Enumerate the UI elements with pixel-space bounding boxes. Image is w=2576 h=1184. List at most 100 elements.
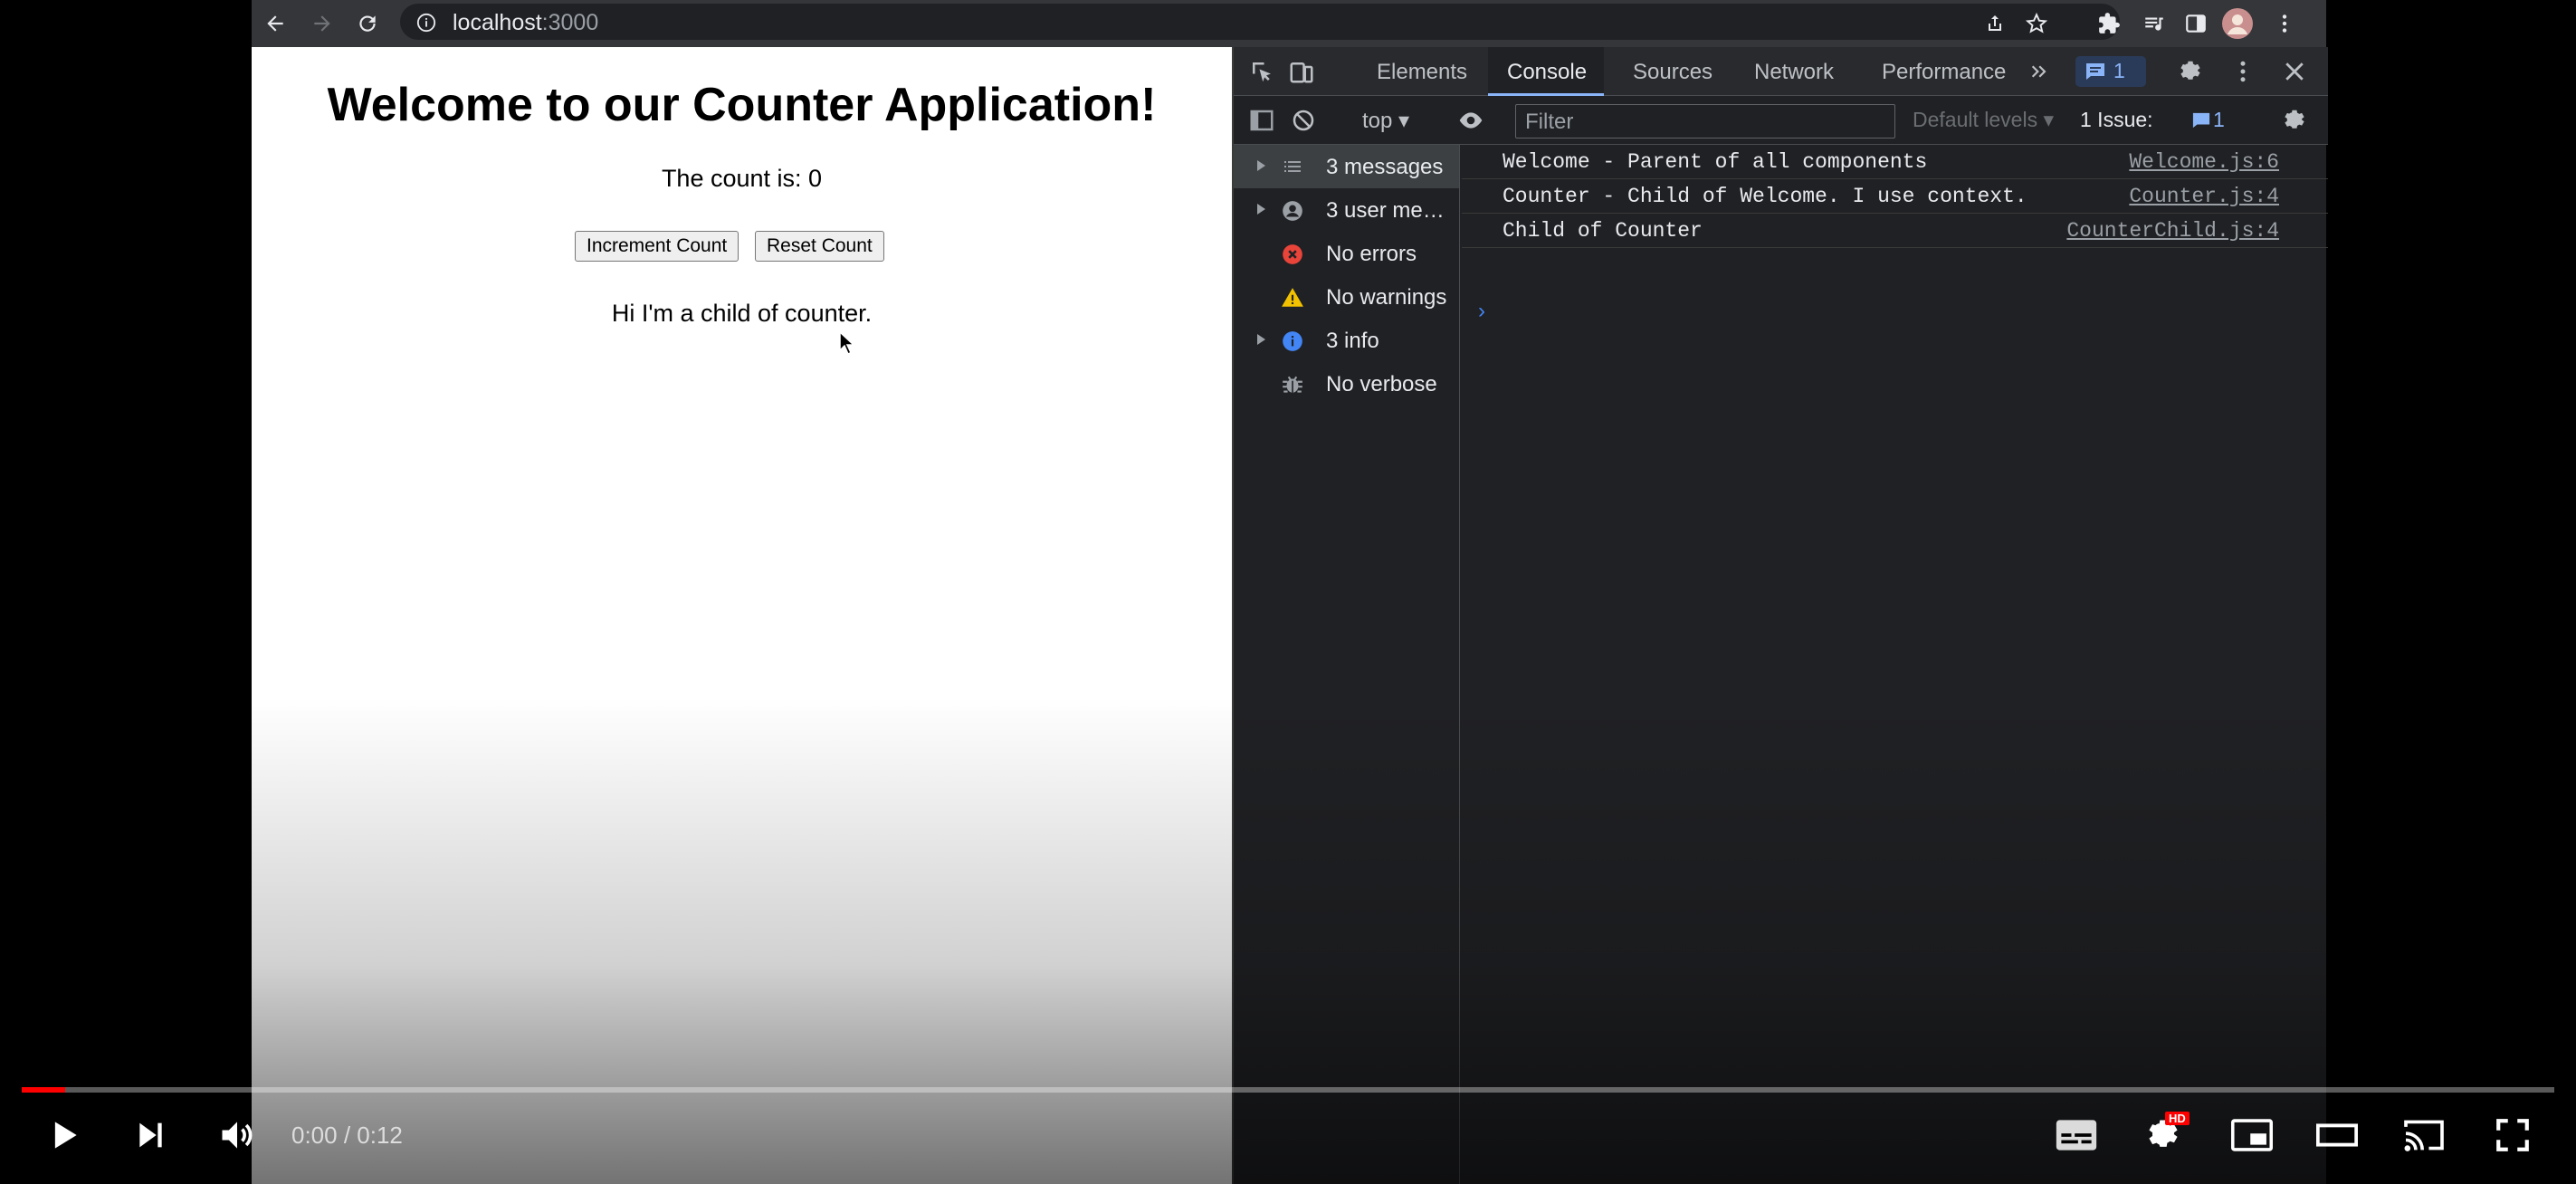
next-button[interactable]: [123, 1108, 177, 1162]
console-settings-icon[interactable]: [2281, 107, 2308, 134]
error-icon: [1283, 244, 1302, 264]
clear-console-icon[interactable]: [1290, 107, 1317, 134]
expand-arrow-icon: [1257, 160, 1265, 171]
log-row: Counter - Child of Welcome. I use contex…: [1462, 179, 2328, 214]
play-icon: [54, 1122, 77, 1149]
share-icon: [1989, 15, 2001, 31]
sidebar-item-info[interactable]: 3 info: [1234, 319, 1459, 362]
hd-badge: HD: [2165, 1112, 2190, 1125]
share-button[interactable]: [1977, 5, 2013, 42]
log-source-link[interactable]: Welcome.js:6: [2129, 150, 2279, 174]
reload-button[interactable]: [349, 5, 386, 42]
arrow-left-icon: [267, 15, 283, 32]
page-title: Welcome to our Counter Application!: [327, 79, 1157, 131]
sidebar-item-label: No errors: [1326, 242, 1417, 266]
gear-icon[interactable]: [2177, 58, 2204, 85]
reload-icon: [359, 15, 376, 32]
star-icon: [2025, 12, 2048, 33]
cast-icon: [2404, 1120, 2444, 1151]
page-viewport: Welcome to our Counter Application! The …: [252, 47, 1232, 1184]
media-button[interactable]: [2136, 5, 2172, 42]
context-label: top: [1362, 109, 1393, 133]
sidebar-item-errors[interactable]: No errors: [1234, 232, 1459, 275]
address-bar[interactable]: localhost:3000: [400, 4, 2120, 40]
avatar: [2222, 8, 2253, 39]
console-sidebar: 3 messages 3 user messages No errors No …: [1234, 145, 1460, 1184]
issues-count: 1: [2213, 108, 2225, 131]
context-selector[interactable]: top ▾: [1362, 108, 1409, 134]
cast-button[interactable]: [2397, 1108, 2451, 1162]
settings-button[interactable]: HD: [2136, 1108, 2190, 1162]
bug-icon: [1283, 376, 1302, 393]
tab-performance[interactable]: Performance: [1882, 60, 2006, 85]
sidebar-toggle-icon[interactable]: [1248, 107, 1275, 134]
play-button[interactable]: [36, 1108, 91, 1162]
extensions-button[interactable]: [2091, 5, 2127, 42]
list-icon: [1284, 161, 1301, 172]
tab-network[interactable]: Network: [1754, 60, 1834, 85]
issues-badge[interactable]: 1: [2075, 56, 2146, 87]
mute-button[interactable]: [210, 1108, 264, 1162]
side-panel-button[interactable]: [2178, 5, 2214, 42]
console-prompt[interactable]: ›: [1478, 299, 1485, 324]
tab-console[interactable]: Console: [1488, 47, 1604, 96]
browser-toolbar: localhost:3000: [252, 0, 2326, 47]
sidebar-item-label: 3 messages: [1326, 155, 1444, 179]
more-vert-icon[interactable]: [2229, 58, 2256, 85]
subtitles-button[interactable]: [2049, 1108, 2104, 1162]
log-message: Welcome - Parent of all components: [1503, 150, 1928, 174]
user-icon: [1283, 201, 1302, 221]
sidebar-item-label: No verbose: [1326, 372, 1437, 396]
devtools-panel: Elements Console Sources Network Perform…: [1232, 47, 2328, 1184]
sidebar-item-user-messages[interactable]: 3 user messages: [1234, 188, 1459, 232]
sidebar-item-warnings[interactable]: No warnings: [1234, 275, 1459, 319]
url-host: localhost:3000: [453, 10, 599, 35]
eye-icon[interactable]: [1456, 107, 1485, 134]
expand-arrow-icon: [1257, 334, 1265, 345]
fullscreen-button[interactable]: [2485, 1108, 2540, 1162]
console-toolbar: top ▾ Filter Default levels ▾ 1 Issue: 1: [1234, 96, 2328, 145]
arrow-right-icon: [314, 15, 330, 32]
menu-button[interactable]: [2266, 5, 2303, 42]
tab-console-label: Console: [1507, 60, 1588, 84]
sidebar-item-verbose[interactable]: No verbose: [1234, 362, 1459, 406]
log-row: Child of Counter CounterChild.js:4: [1462, 214, 2328, 248]
message-icon: [2192, 112, 2210, 129]
sidebar-item-messages[interactable]: 3 messages: [1234, 145, 1459, 188]
queue-music-icon: [2145, 17, 2163, 31]
log-row: Welcome - Parent of all components Welco…: [1462, 145, 2328, 179]
info-icon: [1283, 331, 1302, 351]
back-button[interactable]: [257, 5, 293, 42]
progress-bar[interactable]: [22, 1087, 2554, 1093]
reset-count-button[interactable]: Reset Count: [755, 231, 884, 262]
close-icon[interactable]: [2281, 58, 2308, 85]
issues-link[interactable]: 1 Issue:: [2080, 108, 2153, 132]
info-icon: [416, 13, 436, 33]
inspect-element-icon[interactable]: [1248, 58, 1275, 85]
skip-next-icon: [139, 1122, 162, 1148]
more-vert-icon: [2282, 14, 2287, 33]
tab-elements[interactable]: Elements: [1377, 60, 1467, 85]
expand-arrow-icon: [1257, 204, 1265, 215]
device-toolbar-icon[interactable]: [1288, 58, 1315, 85]
filter-input[interactable]: Filter: [1515, 104, 1895, 138]
log-levels-dropdown[interactable]: Default levels ▾: [1913, 108, 2054, 132]
url-port: :3000: [541, 10, 599, 35]
puzzle-icon: [2099, 13, 2120, 33]
miniplayer-icon: [2231, 1119, 2273, 1151]
bookmark-button[interactable]: [2018, 5, 2055, 42]
increment-count-button[interactable]: Increment Count: [575, 231, 739, 262]
log-source-link[interactable]: CounterChild.js:4: [2066, 219, 2279, 243]
warning-icon: [1282, 288, 1303, 307]
theater-icon: [2316, 1123, 2358, 1147]
more-tabs-icon[interactable]: [2028, 60, 2052, 83]
forward-button[interactable]: [304, 5, 340, 42]
tab-sources[interactable]: Sources: [1633, 60, 1713, 85]
theater-mode-button[interactable]: [2310, 1108, 2364, 1162]
fullscreen-icon: [2496, 1119, 2529, 1151]
time-display: 0:00 / 0:12: [291, 1122, 403, 1149]
log-source-link[interactable]: Counter.js:4: [2129, 185, 2279, 208]
child-text: Hi I'm a child of counter.: [611, 300, 873, 327]
miniplayer-button[interactable]: [2225, 1108, 2279, 1162]
profile-button[interactable]: [2219, 5, 2256, 42]
